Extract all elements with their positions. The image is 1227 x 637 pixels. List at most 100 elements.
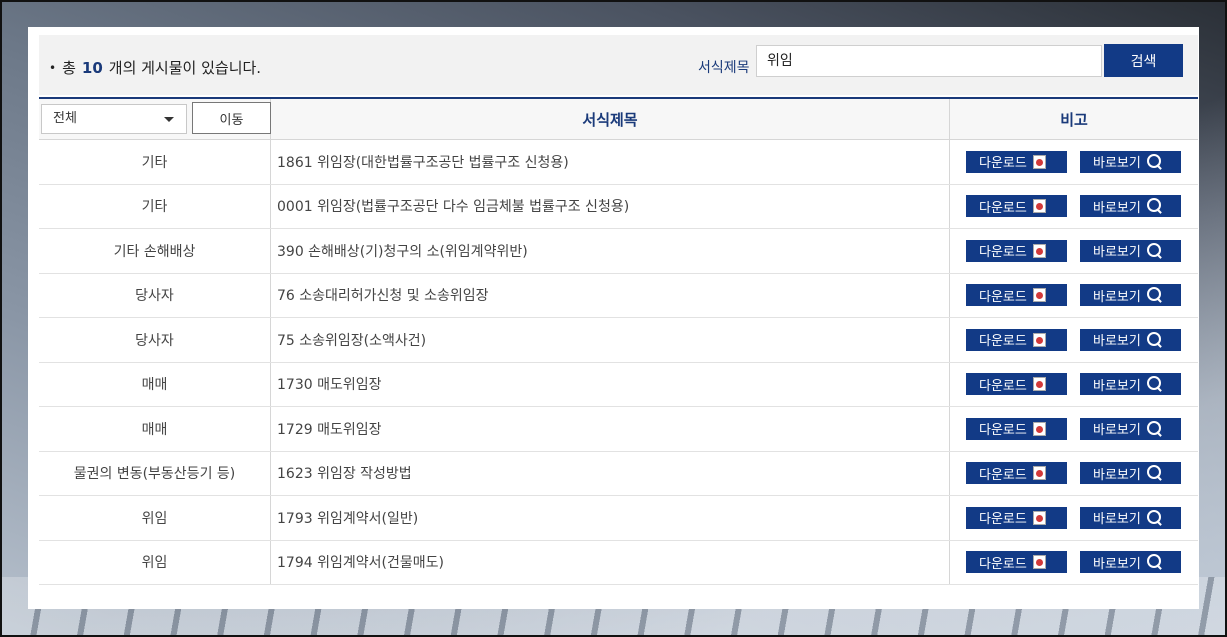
row-title[interactable]: 1730 매도위임장: [271, 362, 950, 406]
total-count: • 총 10 개의 게시물이 있습니다.: [49, 57, 261, 78]
magnifier-icon: [1146, 153, 1163, 170]
row-title[interactable]: 1861 위임장(대한법률구조공단 법률구조 신청용): [271, 140, 950, 184]
row-actions: 다운로드 바로보기: [950, 452, 1198, 496]
row-actions: 다운로드 바로보기: [950, 407, 1198, 451]
view-label: 바로보기: [1093, 512, 1141, 528]
row-category: 물권의 변동(부동산등기 등): [39, 451, 271, 495]
magnifier-icon: [1146, 420, 1163, 437]
row-actions: 다운로드 바로보기: [950, 318, 1198, 362]
document-icon: [1032, 288, 1046, 303]
download-label: 다운로드: [979, 200, 1027, 216]
document-icon: [1032, 466, 1046, 481]
download-button[interactable]: 다운로드: [966, 462, 1067, 485]
view-label: 바로보기: [1093, 289, 1141, 305]
table-row: 당사자 75 소송위임장(소액사건) 다운로드 바로보기: [39, 318, 1198, 363]
row-category: 기타: [39, 140, 271, 184]
view-button[interactable]: 바로보기: [1080, 150, 1181, 173]
download-label: 다운로드: [979, 245, 1027, 261]
header-note: 비고: [1060, 110, 1088, 129]
row-actions: 다운로드 바로보기: [950, 496, 1198, 540]
row-category: 기타 손해배상: [39, 229, 271, 273]
row-title[interactable]: 1794 위임계약서(건물매도): [271, 540, 950, 584]
row-category: 위임: [39, 496, 271, 540]
view-label: 바로보기: [1093, 334, 1141, 350]
header-filter-cell: 전체 이동: [39, 99, 271, 139]
row-category: 위임: [39, 540, 271, 584]
document-icon: [1032, 555, 1046, 570]
table-row: 물권의 변동(부동산등기 등) 1623 위임장 작성방법 다운로드 바로보기: [39, 451, 1198, 496]
move-button[interactable]: 이동: [192, 102, 271, 134]
view-button[interactable]: 바로보기: [1080, 551, 1181, 574]
download-button[interactable]: 다운로드: [966, 195, 1067, 218]
row-title[interactable]: 390 손해배상(기)청구의 소(위임계약위반): [271, 229, 950, 273]
search-input[interactable]: 위임: [756, 45, 1102, 77]
total-suffix: 개의 게시물이 있습니다.: [108, 59, 262, 77]
download-label: 다운로드: [979, 289, 1027, 305]
view-button[interactable]: 바로보기: [1080, 328, 1181, 351]
total-prefix: 총: [62, 59, 76, 77]
magnifier-icon: [1146, 331, 1163, 348]
table-row: 위임 1793 위임계약서(일반) 다운로드 바로보기: [39, 496, 1198, 541]
row-title[interactable]: 0001 위임장(법률구조공단 다수 임금체불 법률구조 신청용): [271, 184, 950, 228]
content-panel: • 총 10 개의 게시물이 있습니다. 서식제목 위임 검색 전체 이동 서식…: [28, 27, 1199, 609]
download-button[interactable]: 다운로드: [966, 506, 1067, 529]
row-category: 당사자: [39, 273, 271, 317]
magnifier-icon: [1146, 198, 1163, 214]
download-label: 다운로드: [979, 512, 1027, 528]
download-button[interactable]: 다운로드: [966, 417, 1067, 440]
download-label: 다운로드: [979, 467, 1027, 483]
row-title[interactable]: 1793 위임계약서(일반): [271, 496, 950, 540]
view-button[interactable]: 바로보기: [1080, 284, 1181, 307]
row-title[interactable]: 1729 매도위임장: [271, 407, 950, 451]
row-title[interactable]: 76 소송대리허가신청 및 소송위임장: [271, 273, 950, 317]
view-button[interactable]: 바로보기: [1080, 239, 1181, 262]
magnifier-icon: [1146, 554, 1163, 570]
caret-down-icon: [164, 117, 174, 122]
download-label: 다운로드: [979, 378, 1027, 394]
download-button[interactable]: 다운로드: [966, 284, 1067, 307]
view-button[interactable]: 바로보기: [1080, 506, 1181, 529]
view-label: 바로보기: [1093, 378, 1141, 394]
row-category: 매매: [39, 362, 271, 406]
document-icon: [1032, 421, 1046, 436]
download-label: 다운로드: [979, 156, 1027, 172]
total-number: 10: [81, 58, 103, 77]
search-button[interactable]: 검색: [1104, 44, 1183, 77]
view-label: 바로보기: [1093, 200, 1141, 216]
table-row: 당사자 76 소송대리허가신청 및 소송위임장 다운로드 바로보기: [39, 273, 1198, 318]
row-actions: 다운로드 바로보기: [950, 274, 1198, 318]
form-table: 전체 이동 서식제목 비고 기타 1861 위임장(대한법률구조공단 법률구조 신…: [39, 97, 1198, 585]
row-title[interactable]: 75 소송위임장(소액사건): [271, 318, 950, 362]
table-body: 기타 1861 위임장(대한법률구조공단 법률구조 신청용) 다운로드 바로보기 기타 0…: [39, 140, 1198, 585]
view-button[interactable]: 바로보기: [1080, 462, 1181, 485]
row-actions: 다운로드 바로보기: [950, 363, 1198, 407]
row-actions: 다운로드 바로보기: [950, 185, 1198, 229]
document-icon: [1032, 243, 1046, 258]
magnifier-icon: [1146, 509, 1163, 526]
document-icon: [1032, 377, 1046, 392]
view-button[interactable]: 바로보기: [1080, 373, 1181, 396]
download-label: 다운로드: [979, 334, 1027, 350]
header-title: 서식제목: [271, 99, 950, 139]
table-row: 기타 0001 위임장(법률구조공단 다수 임금체불 법률구조 신청용) 다운로드 바…: [39, 184, 1198, 229]
view-button[interactable]: 바로보기: [1080, 417, 1181, 440]
view-label: 바로보기: [1093, 556, 1141, 572]
download-button[interactable]: 다운로드: [966, 328, 1067, 351]
row-category: 당사자: [39, 318, 271, 362]
row-title[interactable]: 1623 위임장 작성방법: [271, 451, 950, 495]
download-button[interactable]: 다운로드: [966, 150, 1067, 173]
view-label: 바로보기: [1093, 423, 1141, 439]
download-label: 다운로드: [979, 556, 1027, 572]
row-actions: 다운로드 바로보기: [950, 140, 1198, 184]
document-icon: [1032, 199, 1046, 214]
row-actions: 다운로드 바로보기: [950, 541, 1198, 585]
document-icon: [1032, 154, 1046, 169]
table-row: 매매 1729 매도위임장 다운로드 바로보기: [39, 407, 1198, 452]
download-button[interactable]: 다운로드: [966, 551, 1067, 574]
category-select[interactable]: 전체: [41, 104, 187, 134]
magnifier-icon: [1146, 465, 1163, 481]
download-button[interactable]: 다운로드: [966, 239, 1067, 262]
view-button[interactable]: 바로보기: [1080, 195, 1181, 218]
download-button[interactable]: 다운로드: [966, 373, 1067, 396]
search-label: 서식제목: [698, 60, 750, 76]
